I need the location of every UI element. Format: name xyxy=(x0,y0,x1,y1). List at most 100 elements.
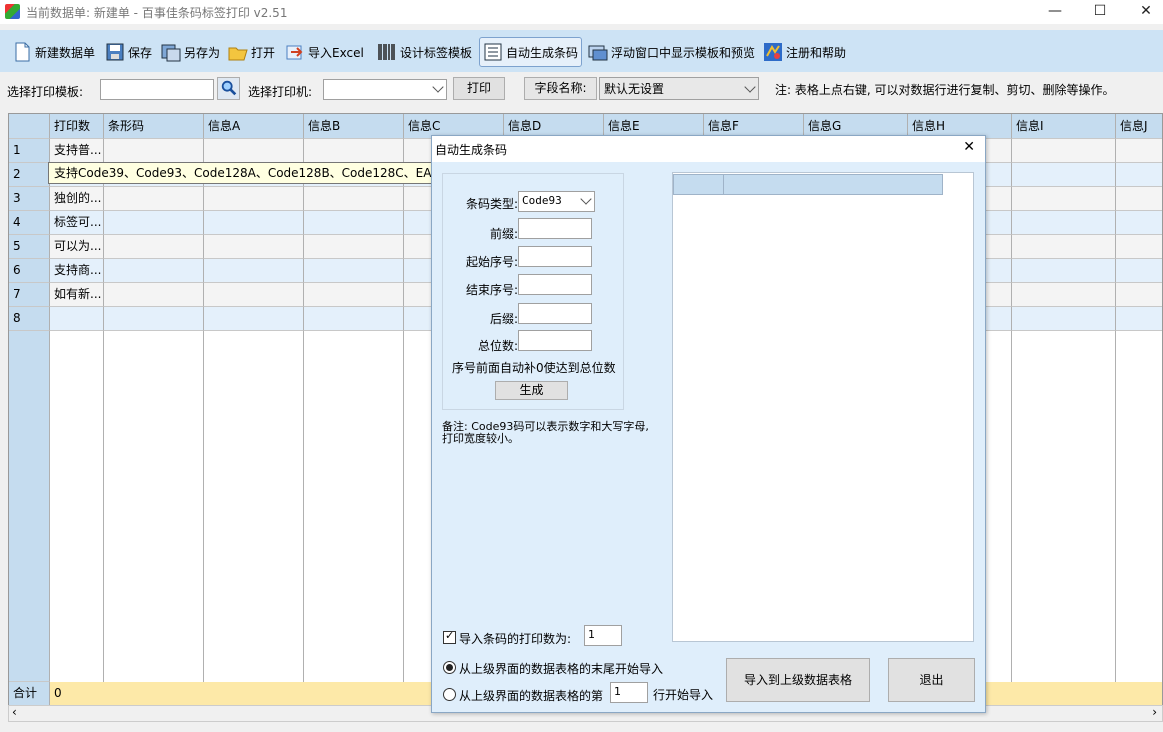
row-number[interactable]: 2 xyxy=(9,163,50,187)
row-number[interactable]: 8 xyxy=(9,307,50,331)
row-number[interactable]: 6 xyxy=(9,259,50,283)
table-cell[interactable] xyxy=(1012,139,1116,163)
table-cell[interactable] xyxy=(1012,235,1116,259)
end-number-input[interactable] xyxy=(518,274,592,295)
template-input[interactable] xyxy=(100,79,214,100)
import-from-row-radio[interactable] xyxy=(443,688,456,701)
save-as-label: 另存为 xyxy=(184,45,221,60)
table-cell[interactable] xyxy=(304,283,404,307)
table-cell[interactable]: 可以为... xyxy=(50,235,104,259)
empty-column-area xyxy=(304,331,404,682)
table-cell[interactable] xyxy=(104,259,204,283)
row-number[interactable]: 4 xyxy=(9,211,50,235)
table-cell[interactable] xyxy=(1116,187,1162,211)
table-cell[interactable] xyxy=(1116,139,1162,163)
prefix-input[interactable] xyxy=(518,218,592,239)
column-header[interactable]: 打印数 xyxy=(50,114,104,139)
new-datasheet-button[interactable]: 新建数据单 xyxy=(12,37,95,67)
table-cell[interactable] xyxy=(104,187,204,211)
printer-label: 选择打印机: xyxy=(248,85,313,99)
table-cell[interactable] xyxy=(204,283,304,307)
table-cell[interactable]: 如有新... xyxy=(50,283,104,307)
design-template-button[interactable]: 设计标签模板 xyxy=(377,37,472,67)
table-cell[interactable] xyxy=(304,211,404,235)
table-cell[interactable] xyxy=(1116,235,1162,259)
exit-button[interactable]: 退出 xyxy=(888,658,975,702)
table-cell[interactable] xyxy=(50,307,104,331)
table-cell[interactable] xyxy=(204,211,304,235)
row-number[interactable]: 3 xyxy=(9,187,50,211)
close-button[interactable]: ✕ xyxy=(1123,0,1163,24)
table-cell[interactable] xyxy=(1116,307,1162,331)
barcode-preview-list[interactable] xyxy=(672,172,974,642)
column-header[interactable]: 信息J xyxy=(1116,114,1162,139)
table-cell[interactable] xyxy=(1116,259,1162,283)
table-cell[interactable] xyxy=(204,235,304,259)
table-cell[interactable] xyxy=(104,307,204,331)
row-number[interactable]: 7 xyxy=(9,283,50,307)
open-button[interactable]: 打开 xyxy=(228,37,275,67)
save-as-button[interactable]: 另存为 xyxy=(161,37,220,67)
suffix-input[interactable] xyxy=(518,303,592,324)
printer-select[interactable] xyxy=(323,79,447,100)
scroll-left-icon[interactable]: ‹ xyxy=(12,705,17,719)
register-help-button[interactable]: 注册和帮助 xyxy=(763,37,846,67)
print-button[interactable]: 打印 xyxy=(453,77,505,100)
table-cell[interactable] xyxy=(1116,163,1162,187)
row-header-filler xyxy=(9,331,50,682)
auto-generate-button[interactable]: 自动生成条码 xyxy=(479,37,583,67)
field-name-select[interactable]: 默认无设置 xyxy=(599,77,759,100)
template-search-button[interactable] xyxy=(217,77,240,100)
table-cell[interactable] xyxy=(304,235,404,259)
import-from-end-radio[interactable] xyxy=(443,661,456,674)
save-button[interactable]: 保存 xyxy=(105,37,152,67)
table-cell[interactable] xyxy=(1012,307,1116,331)
table-cell[interactable]: 支持商... xyxy=(50,259,104,283)
scroll-right-icon[interactable]: › xyxy=(1152,705,1157,719)
maximize-button[interactable]: ☐ xyxy=(1077,0,1123,24)
table-cell[interactable] xyxy=(104,211,204,235)
table-cell[interactable] xyxy=(1116,211,1162,235)
import-count-checkbox[interactable]: ✓ xyxy=(443,629,456,644)
table-cell[interactable] xyxy=(1012,283,1116,307)
table-cell[interactable] xyxy=(304,259,404,283)
float-window-button[interactable]: 浮动窗口中显示模板和预览 xyxy=(588,37,755,67)
import-to-table-button[interactable]: 导入到上级数据表格 xyxy=(726,658,870,702)
table-cell[interactable] xyxy=(1012,187,1116,211)
table-cell[interactable] xyxy=(304,187,404,211)
total-digits-input[interactable] xyxy=(518,330,592,351)
start-number-label: 起始序号: xyxy=(465,255,518,269)
table-cell[interactable] xyxy=(304,139,404,163)
table-cell[interactable]: 独创的... xyxy=(50,187,104,211)
row-number[interactable]: 1 xyxy=(9,139,50,163)
table-cell[interactable] xyxy=(1012,211,1116,235)
import-count-input[interactable]: 1 xyxy=(584,625,622,646)
column-header[interactable]: 信息B xyxy=(304,114,404,139)
table-cell[interactable] xyxy=(104,235,204,259)
barcode-type-select[interactable]: Code93 xyxy=(518,191,595,212)
table-cell[interactable] xyxy=(1116,283,1162,307)
table-cell[interactable] xyxy=(104,139,204,163)
generate-button[interactable]: 生成 xyxy=(495,381,568,400)
table-cell[interactable] xyxy=(104,283,204,307)
import-excel-button[interactable]: 导入Excel xyxy=(285,37,364,67)
table-cell[interactable] xyxy=(204,139,304,163)
table-cell[interactable]: 标签可... xyxy=(50,211,104,235)
total-label: 合计 xyxy=(9,682,50,705)
table-cell[interactable] xyxy=(1012,163,1116,187)
table-cell[interactable]: 支持普... xyxy=(50,139,104,163)
column-header[interactable]: 条形码 xyxy=(104,114,204,139)
start-number-input[interactable] xyxy=(518,246,592,267)
table-cell[interactable] xyxy=(1012,259,1116,283)
search-icon xyxy=(221,80,236,96)
table-cell[interactable] xyxy=(204,307,304,331)
column-header[interactable]: 信息A xyxy=(204,114,304,139)
minimize-button[interactable]: — xyxy=(1032,0,1078,24)
column-header[interactable]: 信息I xyxy=(1012,114,1116,139)
import-row-input[interactable]: 1 xyxy=(610,682,648,703)
table-cell[interactable] xyxy=(204,259,304,283)
table-cell[interactable] xyxy=(204,187,304,211)
dialog-close-button[interactable]: ✕ xyxy=(963,139,975,155)
row-number[interactable]: 5 xyxy=(9,235,50,259)
table-cell[interactable] xyxy=(304,307,404,331)
